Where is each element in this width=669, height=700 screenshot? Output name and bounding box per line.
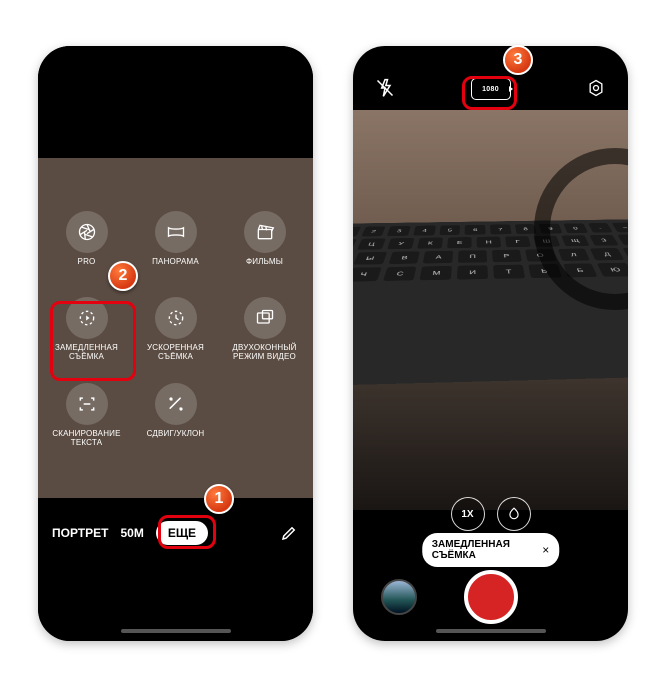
key: П	[458, 250, 487, 263]
marker-1: 1	[204, 484, 234, 514]
mode-label: СКАНИРОВАНИЕ ТЕКСТА	[48, 429, 126, 447]
key: Н	[477, 237, 502, 248]
mode-dualview[interactable]: ДВУХОКОННЫЙ РЕЖИМ ВИДЕО	[220, 293, 309, 373]
zoom-label: 1X	[461, 509, 473, 520]
key: Г	[505, 236, 531, 247]
tab-more[interactable]: ЕЩЕ	[156, 521, 208, 545]
mode-films[interactable]: ФИЛЬМЫ	[220, 207, 309, 287]
mode-slowmo[interactable]: ЗАМЕДЛЕННАЯ СЪЁМКА	[42, 293, 131, 373]
phone-right: 1080 1234567890-=ЙЦУКЕНГШЩЗХФЫВАПРОЛДЖЯЧ…	[353, 46, 628, 641]
mode-panorama[interactable]: ПАНОРАМА	[131, 207, 220, 287]
close-icon[interactable]: ×	[542, 543, 549, 557]
mode-timelapse[interactable]: УСКОРЕННАЯ СЪЁМКА	[131, 293, 220, 373]
home-indicator[interactable]	[121, 629, 231, 633]
tab-50m[interactable]: 50M	[120, 526, 143, 540]
viewfinder-overlay: PRO ПАНОРАМА ФИЛЬМЫ ЗАМЕДЛЕННАЯ СЪЁМКА	[38, 158, 313, 498]
key: К	[417, 237, 443, 248]
dualview-icon	[244, 297, 286, 339]
key: 8	[515, 224, 537, 234]
key: 7	[490, 224, 511, 234]
key: У	[387, 238, 414, 249]
key: О	[525, 249, 556, 262]
tab-portrait[interactable]: ПОРТРЕТ	[52, 526, 108, 540]
mode-tiltshift[interactable]: СДВИГ/УКЛОН	[131, 379, 220, 459]
key: С	[382, 267, 416, 281]
mode-label: ФИЛЬМЫ	[246, 257, 283, 266]
zoom-button[interactable]: 1X	[451, 497, 485, 531]
bottom-bar: ПОРТРЕТ 50M ЕЩЕ	[38, 499, 313, 641]
key: Ь	[528, 264, 562, 278]
mode-grid: PRO ПАНОРАМА ФИЛЬМЫ ЗАМЕДЛЕННАЯ СЪЁМКА	[38, 207, 313, 459]
key: М	[420, 266, 452, 280]
mode-label: ПАНОРАМА	[152, 257, 199, 266]
mode-chip[interactable]: ЗАМЕДЛЕННАЯ СЪЁМКА ×	[422, 533, 560, 567]
phone-left: PRO ПАНОРАМА ФИЛЬМЫ ЗАМЕДЛЕННАЯ СЪЁМКА	[38, 46, 313, 641]
mode-scantext[interactable]: СКАНИРОВАНИЕ ТЕКСТА	[42, 379, 131, 459]
marker-2: 2	[108, 261, 138, 291]
key: И	[457, 265, 488, 279]
resolution-badge[interactable]: 1080	[471, 78, 511, 100]
key: 3	[387, 226, 411, 236]
slowmo-icon	[66, 297, 108, 339]
top-status-row: 1080	[353, 46, 628, 110]
marker-3: 3	[503, 45, 533, 75]
key: Ц	[357, 238, 386, 249]
key: Е	[447, 237, 472, 248]
aperture-icon	[66, 211, 108, 253]
home-indicator[interactable]	[436, 629, 546, 633]
key: А	[423, 251, 453, 264]
key: В	[388, 251, 420, 264]
edit-icon[interactable]	[279, 523, 299, 543]
mode-label: ДВУХОКОННЫЙ РЕЖИМ ВИДЕО	[226, 343, 304, 361]
flash-off-icon[interactable]	[373, 76, 397, 100]
panorama-icon	[155, 211, 197, 253]
mode-label: СДВИГ/УКЛОН	[147, 429, 205, 438]
key: Т	[493, 265, 525, 279]
timelapse-icon	[155, 297, 197, 339]
key: Р	[492, 250, 522, 263]
mode-label: УСКОРЕННАЯ СЪЁМКА	[137, 343, 215, 361]
control-row: 1X	[353, 497, 628, 531]
key: 1	[353, 227, 361, 237]
speed-button[interactable]	[497, 497, 531, 531]
tab-row: ПОРТРЕТ 50M ЕЩЕ	[38, 499, 313, 545]
clapper-icon	[244, 211, 286, 253]
gallery-thumbnail[interactable]	[381, 579, 417, 615]
mode-label: ЗАМЕДЛЕННАЯ СЪЁМКА	[48, 343, 126, 361]
tiltshift-icon	[155, 383, 197, 425]
key: 6	[465, 225, 486, 235]
shutter-row	[353, 569, 628, 625]
mode-chip-label: ЗАМЕДЛЕННАЯ СЪЁМКА	[432, 539, 536, 561]
top-blackbar	[38, 46, 313, 158]
record-button[interactable]	[464, 570, 518, 624]
scantext-icon	[66, 383, 108, 425]
camera-viewport: 1234567890-=ЙЦУКЕНГШЩЗХФЫВАПРОЛДЖЯЧСМИТЬ…	[353, 110, 628, 510]
key: 5	[439, 225, 460, 235]
key: Ы	[353, 252, 387, 265]
resolution-label: 1080	[482, 86, 499, 93]
key: Ч	[353, 267, 381, 282]
mode-label: PRO	[78, 257, 96, 266]
key: 4	[413, 226, 436, 236]
settings-icon[interactable]	[584, 76, 608, 100]
key: 2	[361, 226, 386, 236]
